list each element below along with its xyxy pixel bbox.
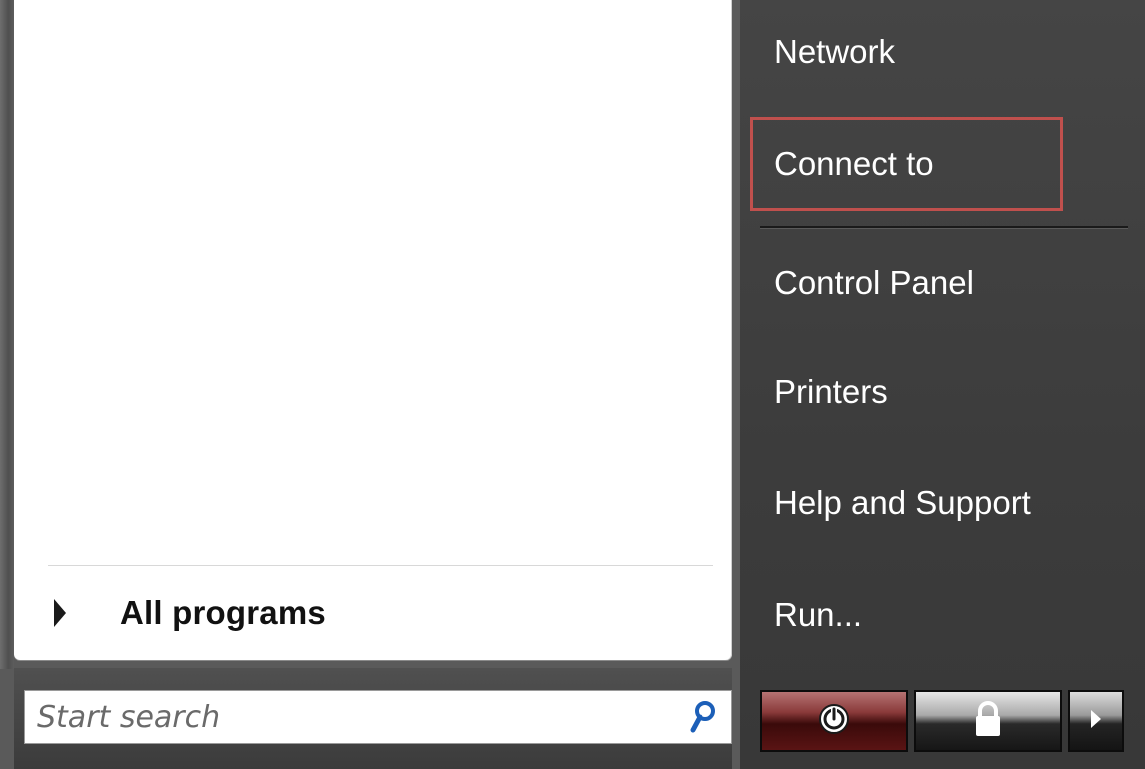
chevron-right-icon	[54, 599, 66, 627]
shutdown-options-button[interactable]	[1068, 690, 1124, 752]
all-programs-label: All programs	[120, 594, 326, 631]
lock-button[interactable]	[914, 690, 1062, 752]
chevron-right-icon	[1089, 708, 1103, 734]
left-frame: All programs	[0, 0, 740, 769]
menu-item-connect-to[interactable]: Connect to	[750, 117, 1063, 211]
left-frame-edge	[0, 0, 14, 669]
menu-item-label: Help and Support	[774, 484, 1031, 521]
start-menu: All programs Network Connect to C	[0, 0, 1145, 769]
menu-item-help-and-support[interactable]: Help and Support	[752, 463, 1132, 543]
lock-icon	[971, 699, 1005, 743]
menu-item-control-panel[interactable]: Control Panel	[752, 243, 1132, 323]
power-icon	[817, 702, 851, 740]
menu-item-label: Connect to	[774, 145, 934, 182]
menu-item-label: Run...	[774, 596, 863, 633]
search-input[interactable]	[25, 690, 683, 744]
programs-pane: All programs	[14, 0, 732, 660]
menu-item-run[interactable]: Run...	[752, 575, 1132, 655]
right-pane: Network Connect to Control Panel Printer…	[740, 0, 1145, 680]
menu-item-label: Control Panel	[774, 264, 974, 301]
menu-item-network[interactable]: Network	[752, 12, 1132, 92]
menu-item-label: Network	[774, 33, 896, 70]
search-box[interactable]	[24, 690, 732, 744]
power-controls	[760, 690, 1128, 752]
menu-separator	[760, 226, 1128, 228]
menu-item-label: Printers	[774, 373, 888, 410]
programs-divider	[48, 565, 713, 566]
search-icon[interactable]	[683, 697, 723, 737]
menu-item-printers[interactable]: Printers	[752, 352, 1132, 432]
search-area	[14, 668, 732, 769]
all-programs-button[interactable]: All programs	[48, 588, 326, 638]
power-button[interactable]	[760, 690, 908, 752]
